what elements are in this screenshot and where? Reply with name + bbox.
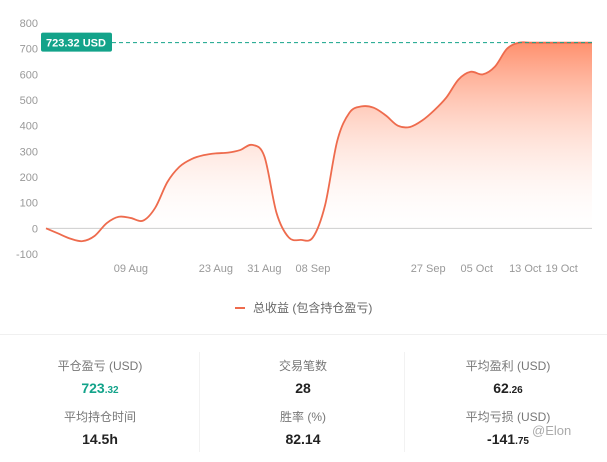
pnl-area-fill [46,42,592,242]
pnl-area-chart: 800 700 600 500 400 300 200 100 0 -100 723.32 USD… [16,18,592,275]
x-tick-label: 13 Oct [509,263,541,275]
x-tick-label: 09 Aug [114,263,148,275]
stat-value: 62.26 [448,380,568,396]
reference-value-label: 723.32 USD [46,38,106,50]
stat-trade-count: 交易笔数 28 [243,357,363,396]
stat-label: 平仓盈亏 (USD) [57,359,143,373]
stat-label: 交易笔数 [278,359,327,373]
section-divider [0,334,607,335]
stat-value: 82.14 [285,431,321,447]
legend-swatch [234,306,245,309]
y-tick-label: 300 [20,146,38,158]
stat-value: 723.32 [40,380,160,396]
value-integer: 723 [81,380,105,396]
y-tick-label: -100 [16,249,38,261]
y-tick-label: 100 [20,198,38,210]
y-tick-label: 800 [20,18,38,30]
column-separator [404,352,405,452]
watermark: @Elon [532,423,572,438]
x-tick-label: 27 Sep [411,263,446,275]
y-tick-label: 700 [20,44,38,56]
stat-closed-pnl: 平仓盈亏 (USD) 723.32 [40,357,160,396]
stat-label: 胜率 (%) [280,410,326,424]
y-tick-label: 400 [20,121,38,133]
stat-avg-hold-time: 平均持仓时间 14.5h [40,408,160,447]
reference-value-badge: 723.32 USD [41,32,112,52]
value-decimal: .75 [515,436,529,447]
stat-label: 平均持仓时间 [63,410,136,424]
stat-win-rate: 胜率 (%) 82.14 [243,408,363,447]
value-integer: -141 [487,431,516,447]
column-separator [199,352,200,452]
stat-value: 28 [295,380,311,396]
value-decimal: .32 [104,385,119,396]
value-integer: 62 [493,380,509,396]
x-tick-label: 31 Aug [247,263,281,275]
value-decimal: .26 [508,385,523,396]
y-tick-label: 200 [20,172,38,184]
y-tick-label: 500 [20,95,38,107]
y-tick-label: 600 [20,69,38,81]
legend-label: 总收益 (包含持仓盈亏) [253,301,373,315]
y-tick-label: 0 [32,223,38,235]
stat-value: 14.5h [82,431,118,447]
chart-legend[interactable]: 总收益 (包含持仓盈亏) [0,299,607,316]
stat-avg-profit: 平均盈利 (USD) 62.26 [448,357,568,396]
stat-label: 平均盈利 (USD) [465,359,551,373]
x-tick-label: 19 Oct [545,263,577,275]
x-tick-label: 05 Oct [461,263,493,275]
x-tick-label: 08 Sep [295,263,330,275]
x-tick-label: 23 Aug [199,263,233,275]
